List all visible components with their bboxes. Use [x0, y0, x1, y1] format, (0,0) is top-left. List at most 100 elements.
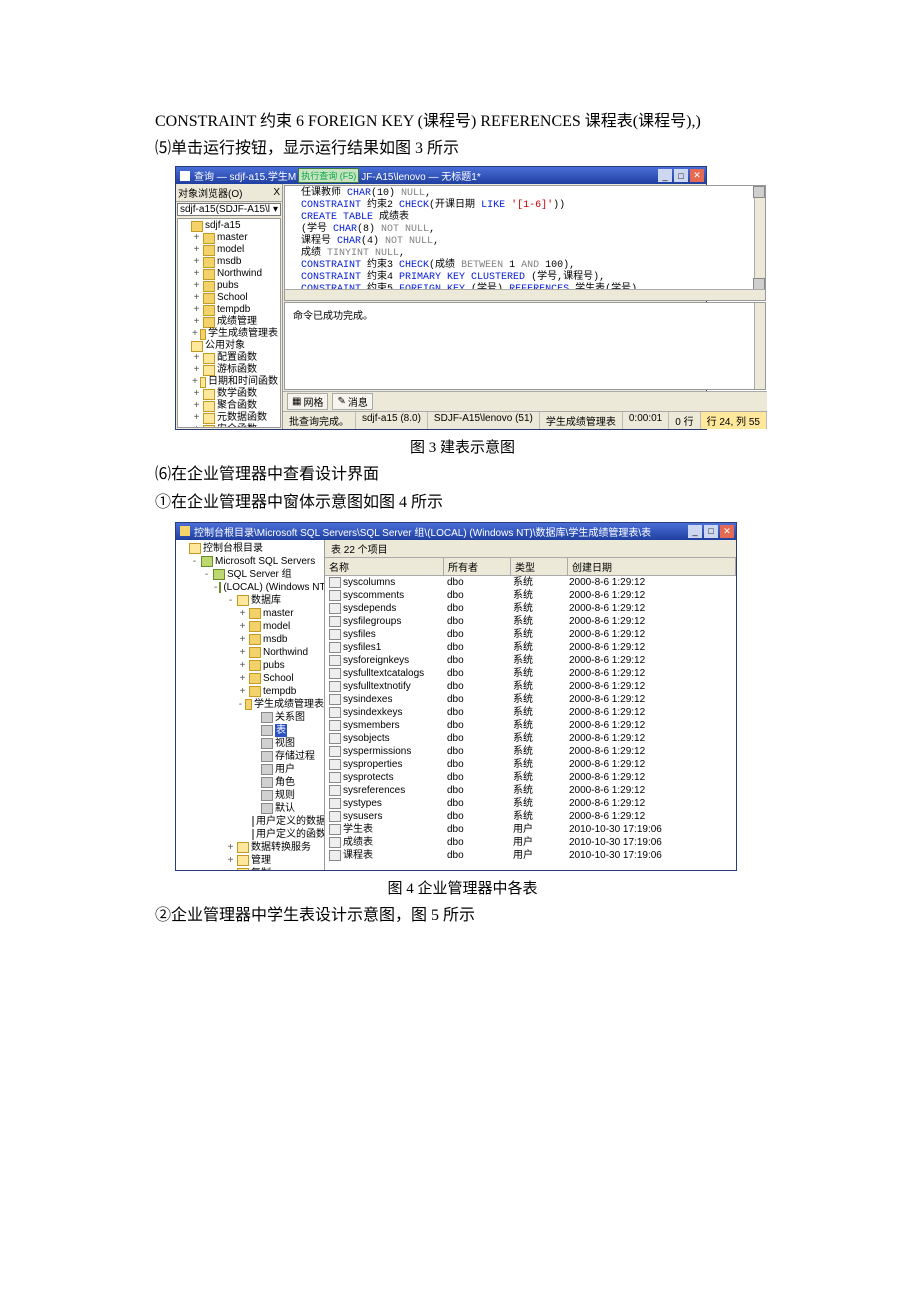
run-query-f5-button[interactable]: 执行查询 (F5) — [298, 168, 359, 183]
expand-icon[interactable]: + — [192, 412, 201, 424]
tree-node[interactable]: +复制 — [176, 867, 324, 870]
tree-node[interactable]: +tempdb — [176, 685, 324, 698]
table-row[interactable]: sysfilesdbo系统2000-8-6 1:29:12 — [325, 628, 736, 641]
tree-node[interactable]: +tempdb — [178, 304, 280, 316]
table-row[interactable]: sysforeignkeysdbo系统2000-8-6 1:29:12 — [325, 654, 736, 667]
expand-icon[interactable]: + — [192, 424, 201, 428]
tree-node[interactable]: 关系图 — [176, 711, 324, 724]
tab-messages[interactable]: ✎ 消息 — [332, 393, 372, 410]
table-row[interactable]: 成绩表dbo用户2010-10-30 17:19:06 — [325, 836, 736, 849]
tree-node[interactable]: +成绩管理 — [178, 316, 280, 328]
tree-node[interactable]: +School — [178, 292, 280, 304]
tree-node[interactable]: 用户定义的函数 — [176, 828, 324, 841]
expand-icon[interactable]: + — [192, 316, 201, 328]
expand-icon[interactable]: + — [238, 659, 247, 672]
tree-node[interactable]: 视图 — [176, 737, 324, 750]
tree-node[interactable]: 控制台根目录 — [176, 542, 324, 555]
maximize-button[interactable]: □ — [704, 525, 718, 538]
sql-editor[interactable]: 任课教师 CHAR(10) NULL,CONSTRAINT 约束2 CHECK(… — [284, 185, 766, 301]
table-row[interactable]: sysprotectsdbo系统2000-8-6 1:29:12 — [325, 771, 736, 784]
expand-icon[interactable]: + — [238, 646, 247, 659]
tree-node[interactable]: 角色 — [176, 776, 324, 789]
table-row[interactable]: 课程表dbo用户2010-10-30 17:19:06 — [325, 849, 736, 862]
expand-icon[interactable]: + — [238, 685, 247, 698]
expand-icon[interactable]: + — [192, 268, 201, 280]
tree-node[interactable]: 规则 — [176, 789, 324, 802]
expand-icon[interactable]: + — [238, 620, 247, 633]
expand-icon[interactable]: + — [192, 352, 201, 364]
expand-icon[interactable]: + — [192, 400, 201, 412]
vscrollbar[interactable] — [754, 186, 765, 300]
tree-node[interactable]: +Northwind — [178, 268, 280, 280]
tree-node[interactable]: +管理 — [176, 854, 324, 867]
expand-icon[interactable]: + — [226, 854, 235, 867]
panel-close-button[interactable]: X — [273, 187, 280, 198]
expand-icon[interactable]: + — [192, 328, 198, 340]
tree-node[interactable]: +数据转换服务 — [176, 841, 324, 854]
tree-node[interactable]: -Microsoft SQL Servers — [176, 555, 324, 568]
tree-node[interactable]: 默认 — [176, 802, 324, 815]
table-row[interactable]: sysfiles1dbo系统2000-8-6 1:29:12 — [325, 641, 736, 654]
tree-node[interactable]: +msdb — [178, 256, 280, 268]
expand-icon[interactable]: + — [192, 292, 201, 304]
tree-node[interactable]: -SQL Server 组 — [176, 568, 324, 581]
expand-icon[interactable]: + — [192, 232, 201, 244]
tree-node[interactable]: 用户定义的数据 — [176, 815, 324, 828]
tree-node[interactable]: -(LOCAL) (Windows NT) — [176, 581, 324, 594]
table-row[interactable]: sysmembersdbo系统2000-8-6 1:29:12 — [325, 719, 736, 732]
vscrollbar[interactable] — [754, 303, 765, 389]
tree-node[interactable]: +游标函数 — [178, 364, 280, 376]
col-date[interactable]: 创建日期 — [568, 558, 736, 575]
tree-node[interactable]: +数学函数 — [178, 388, 280, 400]
table-row[interactable]: 学生表dbo用户2010-10-30 17:19:06 — [325, 823, 736, 836]
table-row[interactable]: sysfilegroupsdbo系统2000-8-6 1:29:12 — [325, 615, 736, 628]
tree-node[interactable]: +master — [178, 232, 280, 244]
expand-icon[interactable]: + — [192, 244, 201, 256]
expand-icon[interactable]: + — [226, 867, 235, 870]
expand-icon[interactable]: - — [214, 581, 217, 594]
tree-node[interactable]: +master — [176, 607, 324, 620]
tree-node[interactable]: +聚合函数 — [178, 400, 280, 412]
hscrollbar[interactable] — [285, 289, 765, 300]
expand-icon[interactable]: + — [192, 364, 201, 376]
tree-node[interactable]: +学生成绩管理表 — [178, 328, 280, 340]
tab-grid[interactable]: ▦ 网格 — [287, 393, 328, 410]
tree-node[interactable]: 用户 — [176, 763, 324, 776]
minimize-button[interactable]: _ — [658, 169, 672, 182]
em-window-titlebar[interactable]: 控制台根目录\Microsoft SQL Servers\SQL Server … — [176, 523, 736, 540]
expand-icon[interactable]: + — [238, 633, 247, 646]
table-row[interactable]: sysdependsdbo系统2000-8-6 1:29:12 — [325, 602, 736, 615]
object-tree[interactable]: sdjf-a15+master+model+msdb+Northwind+pub… — [177, 218, 281, 428]
tree-node[interactable]: 公用对象 — [178, 340, 280, 352]
table-row[interactable]: sysusersdbo系统2000-8-6 1:29:12 — [325, 810, 736, 823]
tree-node[interactable]: sdjf-a15 — [178, 220, 280, 232]
table-row[interactable]: syscommentsdbo系统2000-8-6 1:29:12 — [325, 589, 736, 602]
tree-node[interactable]: 存储过程 — [176, 750, 324, 763]
table-row[interactable]: sysindexesdbo系统2000-8-6 1:29:12 — [325, 693, 736, 706]
col-name[interactable]: 名称 — [325, 558, 444, 575]
tree-node[interactable]: +School — [176, 672, 324, 685]
table-row[interactable]: sysindexkeysdbo系统2000-8-6 1:29:12 — [325, 706, 736, 719]
expand-icon[interactable]: + — [192, 280, 201, 292]
table-row[interactable]: sysreferencesdbo系统2000-8-6 1:29:12 — [325, 784, 736, 797]
em-table-list[interactable]: syscolumnsdbo系统2000-8-6 1:29:12syscommen… — [325, 576, 736, 870]
tree-node[interactable]: +model — [176, 620, 324, 633]
expand-icon[interactable]: + — [238, 672, 247, 685]
expand-icon[interactable]: - — [202, 568, 211, 581]
table-row[interactable]: sysobjectsdbo系统2000-8-6 1:29:12 — [325, 732, 736, 745]
tree-node[interactable]: +model — [178, 244, 280, 256]
tree-node[interactable]: -数据库 — [176, 594, 324, 607]
expand-icon[interactable]: + — [192, 304, 201, 316]
expand-icon[interactable]: - — [226, 594, 235, 607]
tree-node[interactable]: +元数据函数 — [178, 412, 280, 424]
maximize-button[interactable]: □ — [674, 169, 688, 182]
expand-icon[interactable]: + — [192, 376, 198, 388]
close-button[interactable]: ✕ — [690, 169, 704, 182]
tree-node[interactable]: +配置函数 — [178, 352, 280, 364]
close-button[interactable]: ✕ — [720, 525, 734, 538]
table-row[interactable]: sysfulltextnotifydbo系统2000-8-6 1:29:12 — [325, 680, 736, 693]
table-row[interactable]: systypesdbo系统2000-8-6 1:29:12 — [325, 797, 736, 810]
expand-icon[interactable]: - — [238, 698, 243, 711]
tree-node[interactable]: +日期和时间函数 — [178, 376, 280, 388]
expand-icon[interactable]: + — [226, 841, 235, 854]
